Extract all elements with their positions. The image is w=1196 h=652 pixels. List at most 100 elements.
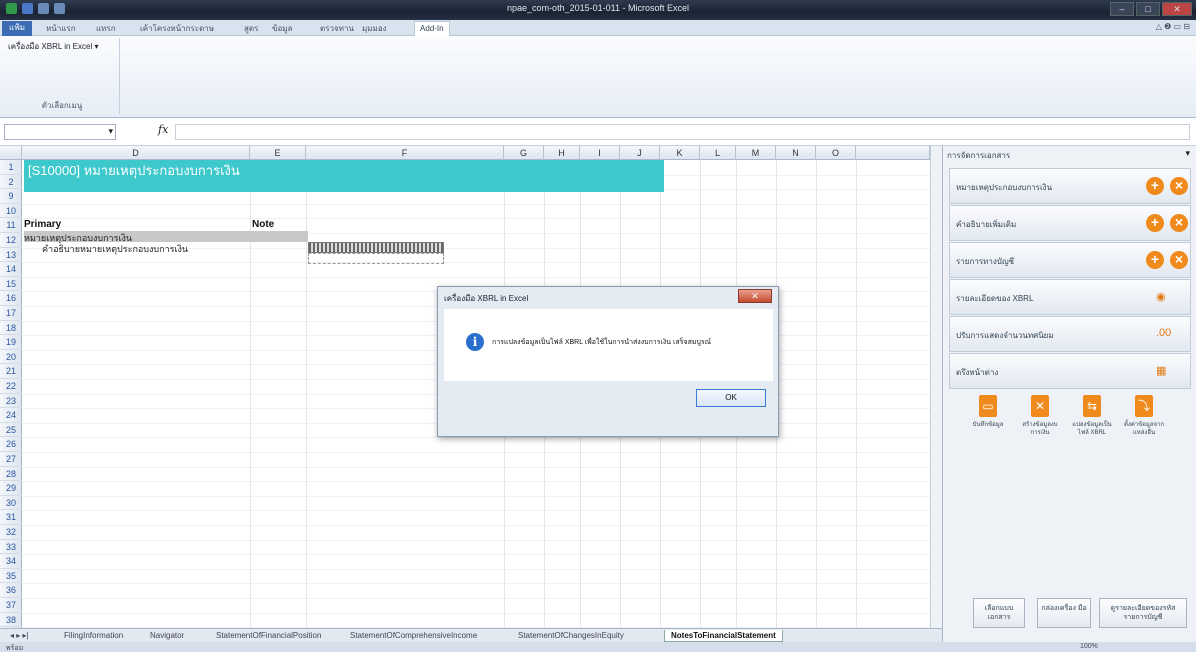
- tab-view[interactable]: มุมมอง: [362, 22, 387, 35]
- row-control-icon[interactable]: ◉: [1156, 290, 1166, 303]
- row-header[interactable]: 1: [0, 160, 22, 175]
- formula-input[interactable]: [175, 124, 1190, 140]
- task-pane-row[interactable]: คำอธิบายเพิ่มเติม + ×: [949, 205, 1191, 241]
- tab-formulas[interactable]: สูตร: [244, 22, 258, 35]
- ok-button[interactable]: OK: [696, 389, 766, 407]
- row10-cell[interactable]: หมายเหตุประกอบงบการเงิน: [24, 231, 308, 243]
- row-header[interactable]: 9: [0, 189, 22, 204]
- tab-data[interactable]: ข้อมูล: [272, 22, 292, 35]
- tab-page-layout[interactable]: เค้าโครงหน้ากระดาษ: [140, 22, 214, 35]
- remove-icon[interactable]: ×: [1170, 214, 1188, 232]
- add-icon[interactable]: +: [1146, 177, 1164, 195]
- hatched-cell[interactable]: [308, 242, 444, 253]
- dotted-cell[interactable]: [308, 253, 444, 264]
- row-header[interactable]: 14: [0, 262, 22, 277]
- task-pane-row[interactable]: ตรึงหน้าต่าง ▦: [949, 353, 1191, 389]
- column-header[interactable]: H: [544, 146, 580, 160]
- row-header[interactable]: 11: [0, 218, 22, 233]
- task-pane-row[interactable]: ปรับการแสดงจำนวนทศนิยม .00: [949, 316, 1191, 352]
- task-pane-row[interactable]: หมายเหตุประกอบงบการเงิน + ×: [949, 168, 1191, 204]
- sheet-tab-notes[interactable]: NotesToFinancialStatement: [664, 630, 783, 642]
- vertical-scrollbar[interactable]: [930, 146, 942, 628]
- column-header[interactable]: D: [22, 146, 250, 160]
- row-header[interactable]: 26: [0, 437, 22, 452]
- sheet-title-cell[interactable]: [S10000] หมายเหตุประกอบงบการเงิน: [24, 160, 664, 192]
- row-header[interactable]: 32: [0, 525, 22, 540]
- row-header[interactable]: 13: [0, 248, 22, 263]
- row-header[interactable]: 30: [0, 496, 22, 511]
- tab-home[interactable]: หน้าแรก: [46, 22, 76, 35]
- minimize-button[interactable]: –: [1110, 2, 1134, 16]
- column-header[interactable]: M: [736, 146, 776, 160]
- column-header[interactable]: N: [776, 146, 816, 160]
- row-header[interactable]: 19: [0, 335, 22, 350]
- row-control-icon[interactable]: ▦: [1156, 364, 1166, 377]
- chevron-down-icon[interactable]: ▾: [108, 126, 113, 137]
- task-pane-row[interactable]: รายการทางบัญชี + ×: [949, 242, 1191, 278]
- remove-icon[interactable]: ×: [1170, 251, 1188, 269]
- sheet-nav[interactable]: ◂ ▸ ▸|: [4, 630, 35, 642]
- column-header[interactable]: I: [580, 146, 620, 160]
- row-header[interactable]: 20: [0, 350, 22, 365]
- fx-icon[interactable]: fx: [158, 123, 168, 136]
- note-header[interactable]: Note: [252, 219, 274, 230]
- zoom-level[interactable]: 100%: [1080, 643, 1098, 650]
- name-box[interactable]: ▾: [4, 124, 116, 140]
- tool-icon[interactable]: ⇆: [1083, 395, 1101, 417]
- tool-icon[interactable]: ⤵: [1135, 395, 1153, 417]
- column-header[interactable]: E: [250, 146, 306, 160]
- select-document-button[interactable]: เลือกแบบ เอกสาร: [973, 598, 1025, 628]
- row-header[interactable]: 27: [0, 452, 22, 467]
- tab-insert[interactable]: แทรก: [96, 22, 116, 35]
- remove-icon[interactable]: ×: [1170, 177, 1188, 195]
- dialog-close-button[interactable]: ✕: [738, 289, 772, 303]
- tool-icon[interactable]: ▭: [979, 395, 997, 417]
- add-icon[interactable]: +: [1146, 214, 1164, 232]
- column-header[interactable]: O: [816, 146, 856, 160]
- column-header[interactable]: G: [504, 146, 544, 160]
- row-header[interactable]: 34: [0, 554, 22, 569]
- sheet-tab-financial-position[interactable]: StatementOfFinancialPosition: [210, 630, 327, 642]
- row-header[interactable]: 36: [0, 583, 22, 598]
- tab-addin[interactable]: Add-In: [414, 21, 450, 36]
- row-header[interactable]: 15: [0, 277, 22, 292]
- row-header[interactable]: 33: [0, 540, 22, 555]
- row-control-icon[interactable]: .00: [1156, 327, 1171, 339]
- row-header[interactable]: 16: [0, 291, 22, 306]
- add-icon[interactable]: +: [1146, 251, 1164, 269]
- row-header[interactable]: 38: [0, 613, 22, 628]
- row-header[interactable]: 10: [0, 204, 22, 219]
- row-header[interactable]: 35: [0, 569, 22, 584]
- row-header[interactable]: 29: [0, 481, 22, 496]
- row-header[interactable]: 25: [0, 423, 22, 438]
- maximize-button[interactable]: □: [1136, 2, 1160, 16]
- row-header[interactable]: 21: [0, 364, 22, 379]
- column-header[interactable]: K: [660, 146, 700, 160]
- column-header[interactable]: F: [306, 146, 504, 160]
- column-header[interactable]: [0, 146, 22, 160]
- row-header[interactable]: 23: [0, 394, 22, 409]
- task-pane-menu-icon[interactable]: ▾: [1185, 148, 1190, 159]
- row-header[interactable]: 18: [0, 321, 22, 336]
- row-header[interactable]: 22: [0, 379, 22, 394]
- row-header[interactable]: 31: [0, 510, 22, 525]
- tab-review[interactable]: ตรวจทาน: [320, 22, 354, 35]
- xbrl-tool-button[interactable]: เครื่องมือ XBRL in Excel ▾: [8, 40, 98, 53]
- row-header[interactable]: 17: [0, 306, 22, 321]
- account-code-button[interactable]: ดูรายละเอียดของรหัส รายการบัญชี: [1099, 598, 1187, 628]
- row11-cell[interactable]: คำอธิบายหมายเหตุประกอบงบการเงิน: [42, 242, 188, 256]
- tab-file[interactable]: แฟ้ม: [2, 21, 32, 36]
- column-header[interactable]: L: [700, 146, 736, 160]
- row-header[interactable]: 12: [0, 233, 22, 248]
- row-header[interactable]: 24: [0, 408, 22, 423]
- help-icons[interactable]: △ ❷ ▭ ⊟: [1156, 22, 1190, 31]
- sheet-tab-comprehensive-income[interactable]: StatementOfComprehensiveIncome: [344, 630, 483, 642]
- column-header[interactable]: [856, 146, 930, 160]
- row-header[interactable]: 37: [0, 598, 22, 613]
- close-button[interactable]: ✕: [1162, 2, 1192, 16]
- sheet-tab-changes-in-equity[interactable]: StatementOfChangesInEquity: [512, 630, 630, 642]
- primary-header[interactable]: Primary: [24, 219, 61, 230]
- sheet-tab-filinginformation[interactable]: FilingInformation: [58, 630, 129, 642]
- row-header[interactable]: 2: [0, 175, 22, 190]
- tool-icon[interactable]: ✕: [1031, 395, 1049, 417]
